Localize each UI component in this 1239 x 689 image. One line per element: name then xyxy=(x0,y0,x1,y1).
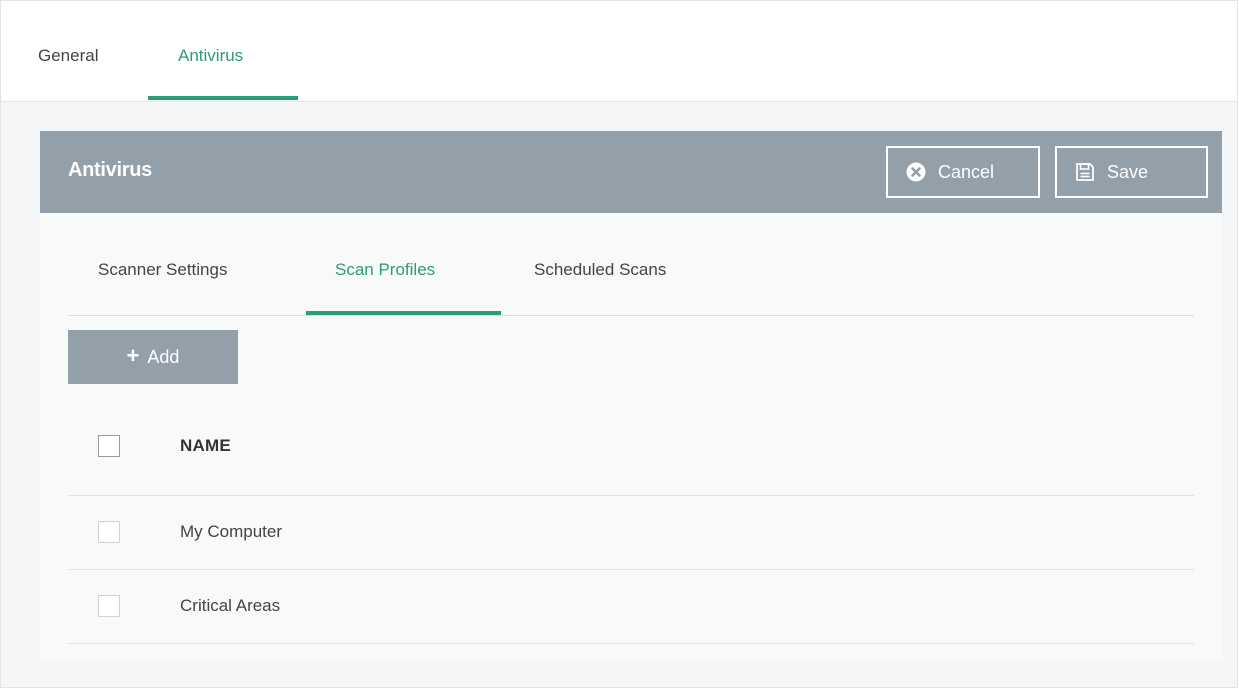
table-header-row: NAME xyxy=(68,401,1194,496)
floppy-disk-icon xyxy=(1075,162,1095,182)
table-row[interactable]: My Computer xyxy=(68,496,1194,570)
top-tab-bar: General Antivirus xyxy=(1,1,1237,102)
row-checkbox[interactable] xyxy=(98,521,120,543)
profile-name: Critical Areas xyxy=(180,596,281,615)
plus-icon: + xyxy=(126,343,140,368)
policy-editor: General Antivirus Antivirus Cancel Save … xyxy=(0,0,1238,688)
add-button[interactable]: + Add xyxy=(68,330,238,384)
column-header-name[interactable]: NAME xyxy=(180,436,231,456)
tab-scanner-settings[interactable]: Scanner Settings xyxy=(98,260,227,280)
cancel-label: Cancel xyxy=(938,161,995,182)
tab-antivirus[interactable]: Antivirus xyxy=(178,46,243,66)
save-label: Save xyxy=(1107,161,1149,182)
profile-name: My Computer xyxy=(180,522,283,541)
cancel-circle-icon xyxy=(906,162,926,182)
antivirus-panel: Antivirus Cancel Save Scanner Settings S… xyxy=(40,131,1222,661)
panel-header: Antivirus Cancel Save xyxy=(40,131,1222,213)
scan-profiles-table: NAME My Computer Critical Areas xyxy=(68,401,1194,644)
cancel-button[interactable]: Cancel xyxy=(886,146,1040,198)
tab-general[interactable]: General xyxy=(38,46,98,66)
row-checkbox[interactable] xyxy=(98,595,120,617)
add-label: Add xyxy=(147,346,180,367)
active-tab-indicator xyxy=(148,96,298,100)
active-subtab-indicator xyxy=(306,311,501,315)
tab-scheduled-scans[interactable]: Scheduled Scans xyxy=(534,260,666,280)
save-button[interactable]: Save xyxy=(1055,146,1208,198)
table-row[interactable]: Critical Areas xyxy=(68,570,1194,644)
tab-scan-profiles[interactable]: Scan Profiles xyxy=(335,260,435,280)
select-all-checkbox[interactable] xyxy=(98,435,120,457)
panel-title: Antivirus xyxy=(68,159,152,181)
sub-tab-bar: Scanner Settings Scan Profiles Scheduled… xyxy=(68,213,1194,316)
